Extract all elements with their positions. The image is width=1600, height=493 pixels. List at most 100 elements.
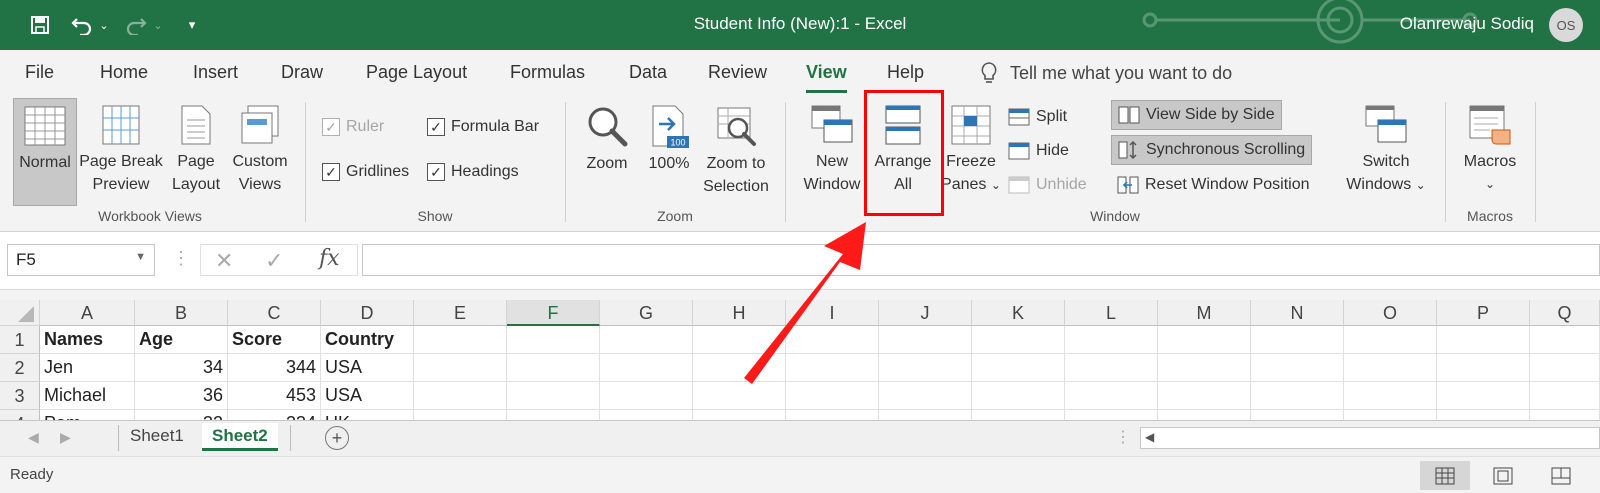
cell-m3[interactable] <box>1158 382 1251 410</box>
add-sheet-icon[interactable]: + <box>325 426 349 450</box>
cell-j4[interactable] <box>879 410 972 420</box>
cell-d3[interactable]: USA <box>321 382 414 410</box>
cell-j1[interactable] <box>879 326 972 354</box>
cell-n4[interactable] <box>1251 410 1344 420</box>
cell-p2[interactable] <box>1437 354 1530 382</box>
cell-a3[interactable]: Michael <box>40 382 135 410</box>
tab-formulas[interactable]: Formulas <box>510 62 585 83</box>
cell-m1[interactable] <box>1158 326 1251 354</box>
enter-icon[interactable]: ✓ <box>265 248 283 274</box>
page-layout-button[interactable]: Page Layout <box>168 104 224 196</box>
cell-j3[interactable] <box>879 382 972 410</box>
cell-b2[interactable]: 34 <box>135 354 228 382</box>
reset-window-position-button[interactable]: Reset Window Position <box>1117 172 1310 198</box>
cell-c2[interactable]: 344 <box>228 354 321 382</box>
cell-h1[interactable] <box>693 326 786 354</box>
column-header-o[interactable]: O <box>1344 300 1437 326</box>
cell-o2[interactable] <box>1344 354 1437 382</box>
next-sheet-icon[interactable]: ▶ <box>60 429 71 446</box>
horizontal-scrollbar[interactable]: ◀ <box>1140 427 1600 449</box>
name-box[interactable]: F5 ▼ <box>7 244 155 276</box>
normal-view-icon[interactable] <box>1420 461 1470 490</box>
cell-h4[interactable] <box>693 410 786 420</box>
cell-c1[interactable]: Score <box>228 326 321 354</box>
column-header-c[interactable]: C <box>228 300 321 326</box>
column-header-h[interactable]: H <box>693 300 786 326</box>
prev-sheet-icon[interactable]: ◀ <box>28 429 39 446</box>
cell-i2[interactable] <box>786 354 879 382</box>
cell-h2[interactable] <box>693 354 786 382</box>
cell-d1[interactable]: Country <box>321 326 414 354</box>
row-header[interactable]: 4 <box>0 410 40 420</box>
cell-l4[interactable] <box>1065 410 1158 420</box>
cell-b1[interactable]: Age <box>135 326 228 354</box>
tab-view[interactable]: View <box>806 62 847 93</box>
cell-m4[interactable] <box>1158 410 1251 420</box>
switch-windows-button[interactable]: Switch Windows ⌄ <box>1338 104 1434 197</box>
cell-q3[interactable] <box>1530 382 1600 410</box>
cell-o1[interactable] <box>1344 326 1437 354</box>
avatar[interactable]: OS <box>1549 8 1583 42</box>
cell-q2[interactable] <box>1530 354 1600 382</box>
cell-k4[interactable] <box>972 410 1065 420</box>
cell-l1[interactable] <box>1065 326 1158 354</box>
sheet-tab-sheet1[interactable]: Sheet1 <box>120 423 194 451</box>
scroll-splitter-icon[interactable]: ⋮ <box>1115 427 1131 447</box>
tab-home[interactable]: Home <box>100 62 148 83</box>
tab-help[interactable]: Help <box>887 62 924 83</box>
column-header-i[interactable]: I <box>786 300 879 326</box>
cell-i1[interactable] <box>786 326 879 354</box>
column-header-p[interactable]: P <box>1437 300 1530 326</box>
tab-data[interactable]: Data <box>629 62 667 83</box>
column-header-g[interactable]: G <box>600 300 693 326</box>
cell-m2[interactable] <box>1158 354 1251 382</box>
zoom-button[interactable]: Zoom <box>578 104 636 175</box>
column-header-d[interactable]: D <box>321 300 414 326</box>
freeze-panes-button[interactable]: Freeze Panes ⌄ <box>938 104 1004 197</box>
cell-o3[interactable] <box>1344 382 1437 410</box>
cell-h3[interactable] <box>693 382 786 410</box>
cell-c4[interactable]: 234 <box>228 410 321 420</box>
cell-g4[interactable] <box>600 410 693 420</box>
column-header-f[interactable]: F <box>507 300 600 326</box>
cell-i3[interactable] <box>786 382 879 410</box>
cell-g1[interactable] <box>600 326 693 354</box>
column-header-b[interactable]: B <box>135 300 228 326</box>
column-header-j[interactable]: J <box>879 300 972 326</box>
formula-bar-grip-icon[interactable]: ⋮ <box>172 248 190 269</box>
column-header-n[interactable]: N <box>1251 300 1344 326</box>
user-name[interactable]: Olanrewaju Sodiq <box>1400 14 1534 34</box>
cell-p4[interactable] <box>1437 410 1530 420</box>
cell-d2[interactable]: USA <box>321 354 414 382</box>
split-button[interactable]: Split <box>1008 104 1067 130</box>
page-break-view-icon[interactable] <box>1536 461 1586 490</box>
tab-review[interactable]: Review <box>708 62 767 83</box>
cell-b4[interactable]: 32 <box>135 410 228 420</box>
cell-d4[interactable]: UK <box>321 410 414 420</box>
cell-p3[interactable] <box>1437 382 1530 410</box>
macros-button[interactable]: Macros ⌄ <box>1458 104 1522 196</box>
custom-views-button[interactable]: Custom Views <box>226 104 294 196</box>
cell-e3[interactable] <box>414 382 507 410</box>
column-header-e[interactable]: E <box>414 300 507 326</box>
cell-e4[interactable] <box>414 410 507 420</box>
cell-a1[interactable]: Names <box>40 326 135 354</box>
page-break-preview-button[interactable]: Page Break Preview <box>78 104 164 196</box>
cell-g2[interactable] <box>600 354 693 382</box>
cell-a4[interactable]: Pam <box>40 410 135 420</box>
column-header-k[interactable]: K <box>972 300 1065 326</box>
cell-p1[interactable] <box>1437 326 1530 354</box>
cell-k3[interactable] <box>972 382 1065 410</box>
page-layout-view-icon[interactable] <box>1478 461 1528 490</box>
synchronous-scrolling-button[interactable]: Synchronous Scrolling <box>1111 135 1313 165</box>
cell-n2[interactable] <box>1251 354 1344 382</box>
cell-q1[interactable] <box>1530 326 1600 354</box>
hide-button[interactable]: Hide <box>1008 138 1069 164</box>
cell-f4[interactable] <box>507 410 600 420</box>
tab-insert[interactable]: Insert <box>193 62 238 83</box>
tab-draw[interactable]: Draw <box>281 62 323 83</box>
row-header[interactable]: 2 <box>0 354 40 382</box>
cell-q4[interactable] <box>1530 410 1600 420</box>
cell-i4[interactable] <box>786 410 879 420</box>
cell-k2[interactable] <box>972 354 1065 382</box>
